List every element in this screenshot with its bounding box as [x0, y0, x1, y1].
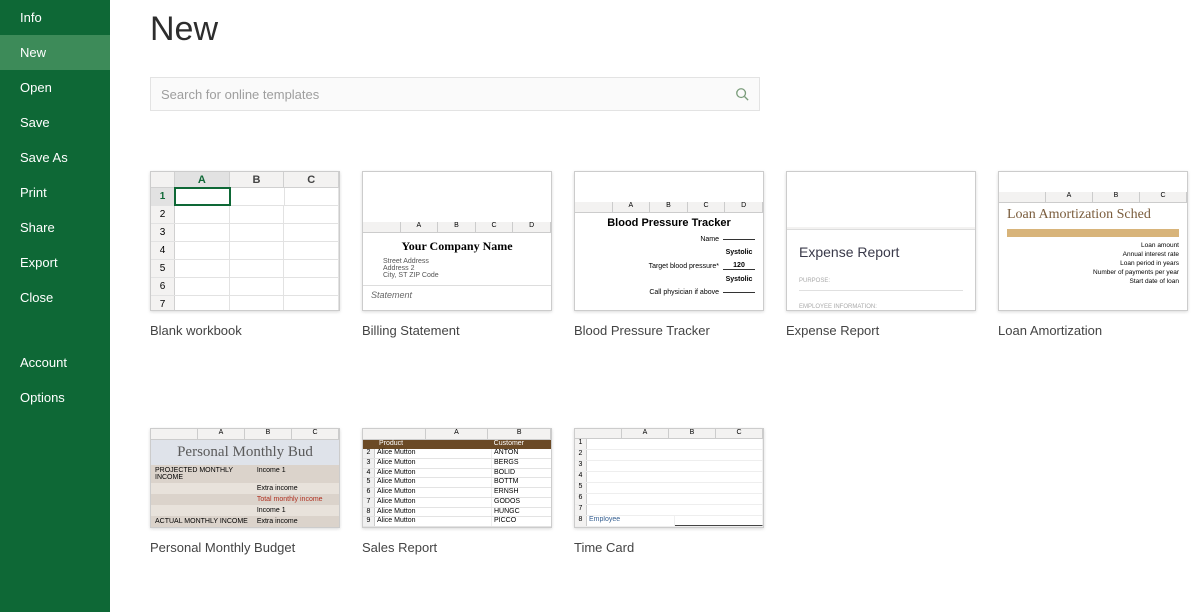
thumb-time-card: ABC 1 2 3 4 5 6 7 8Employee	[574, 428, 764, 528]
sidebar-item-export[interactable]: Export	[0, 245, 110, 280]
template-card-blood-pressure-tracker[interactable]: ABCD Blood Pressure Tracker Name Systoli…	[574, 171, 764, 338]
expense-sub: PURPOSE:	[787, 278, 975, 284]
thumb-personal-monthly-budget: ABC Personal Monthly Bud PROJECTED MONTH…	[150, 428, 340, 528]
pmb-title: Personal Monthly Bud	[151, 440, 339, 465]
template-label: Billing Statement	[362, 323, 552, 338]
row-header: 6	[151, 278, 175, 295]
billing-line: Address 2	[363, 265, 551, 272]
sidebar-item-account[interactable]: Account	[0, 345, 110, 380]
loan-label: Annual interest rate	[999, 251, 1187, 258]
billing-line: Street Address	[363, 258, 551, 265]
thumb-sales-report: AB ProductCustomer 2Alice MuttonANTON 3A…	[362, 428, 552, 528]
row-header: 3	[151, 224, 175, 241]
sidebar-item-share[interactable]: Share	[0, 210, 110, 245]
row-header: 5	[151, 260, 175, 277]
template-label: Blood Pressure Tracker	[574, 323, 764, 338]
template-label: Personal Monthly Budget	[150, 540, 340, 555]
sidebar-item-open[interactable]: Open	[0, 70, 110, 105]
sidebar-item-print[interactable]: Print	[0, 175, 110, 210]
search-input[interactable]	[161, 87, 735, 102]
col-header: B	[230, 172, 285, 187]
template-label: Blank workbook	[150, 323, 340, 338]
row-header: 7	[151, 296, 175, 311]
sidebar-item-save[interactable]: Save	[0, 105, 110, 140]
col-header: C	[284, 172, 339, 187]
sidebar-item-save-as[interactable]: Save As	[0, 140, 110, 175]
sidebar-item-options[interactable]: Options	[0, 380, 110, 415]
template-search-box[interactable]	[150, 77, 760, 111]
row-header: 4	[151, 242, 175, 259]
billing-footer: Statement	[363, 285, 551, 300]
row-header: 2	[151, 206, 175, 223]
loan-label: Number of payments per year	[999, 269, 1187, 276]
template-label: Expense Report	[786, 323, 976, 338]
loan-title: Loan Amortization Sched	[999, 203, 1187, 227]
loan-label: Loan amount	[999, 242, 1187, 249]
main-content: New A B C 1 2	[110, 0, 1200, 612]
thumb-billing-statement: ABCD Your Company Name Street Address Ad…	[362, 171, 552, 311]
template-card-billing-statement[interactable]: ABCD Your Company Name Street Address Ad…	[362, 171, 552, 338]
templates-row-2: ABC Personal Monthly Bud PROJECTED MONTH…	[150, 428, 1160, 555]
search-icon[interactable]	[735, 87, 749, 101]
loan-label: Start date of loan	[999, 278, 1187, 285]
template-label: Time Card	[574, 540, 764, 555]
col-header: A	[175, 172, 230, 187]
template-card-loan-amortization[interactable]: ABC Loan Amortization Sched Loan amount …	[998, 171, 1188, 338]
template-card-expense-report[interactable]: Expense Report PURPOSE: EMPLOYEE INFORMA…	[786, 171, 976, 338]
template-card-blank-workbook[interactable]: A B C 1 2 3 4 5 6 7 Blank workbook	[150, 171, 340, 338]
bp-title: Blood Pressure Tracker	[575, 217, 763, 229]
thumb-blood-pressure-tracker: ABCD Blood Pressure Tracker Name Systoli…	[574, 171, 764, 311]
page-title: New	[150, 10, 1160, 49]
template-card-personal-monthly-budget[interactable]: ABC Personal Monthly Bud PROJECTED MONTH…	[150, 428, 340, 555]
template-card-sales-report[interactable]: AB ProductCustomer 2Alice MuttonANTON 3A…	[362, 428, 552, 555]
sidebar-item-info[interactable]: Info	[0, 0, 110, 35]
templates-row-1: A B C 1 2 3 4 5 6 7 Blank workbook	[150, 171, 1160, 338]
backstage-sidebar: Info New Open Save Save As Print Share E…	[0, 0, 110, 612]
sidebar-item-new[interactable]: New	[0, 35, 110, 70]
thumb-blank-workbook: A B C 1 2 3 4 5 6 7	[150, 171, 340, 311]
template-label: Loan Amortization	[998, 323, 1188, 338]
thumb-expense-report: Expense Report PURPOSE: EMPLOYEE INFORMA…	[786, 171, 976, 311]
row-header: 1	[151, 188, 175, 205]
loan-strip	[1007, 229, 1179, 237]
sidebar-item-close[interactable]: Close	[0, 280, 110, 315]
thumb-loan-amortization: ABC Loan Amortization Sched Loan amount …	[998, 171, 1188, 311]
sidebar-spacer	[0, 315, 110, 345]
template-label: Sales Report	[362, 540, 552, 555]
billing-line: City, ST ZIP Code	[363, 272, 551, 279]
billing-company-name: Your Company Name	[363, 239, 551, 254]
template-card-time-card[interactable]: ABC 1 2 3 4 5 6 7 8Employee Time Card	[574, 428, 764, 555]
expense-title: Expense Report	[787, 230, 975, 270]
loan-label: Loan period in years	[999, 260, 1187, 267]
expense-sub: EMPLOYEE INFORMATION:	[787, 304, 975, 310]
